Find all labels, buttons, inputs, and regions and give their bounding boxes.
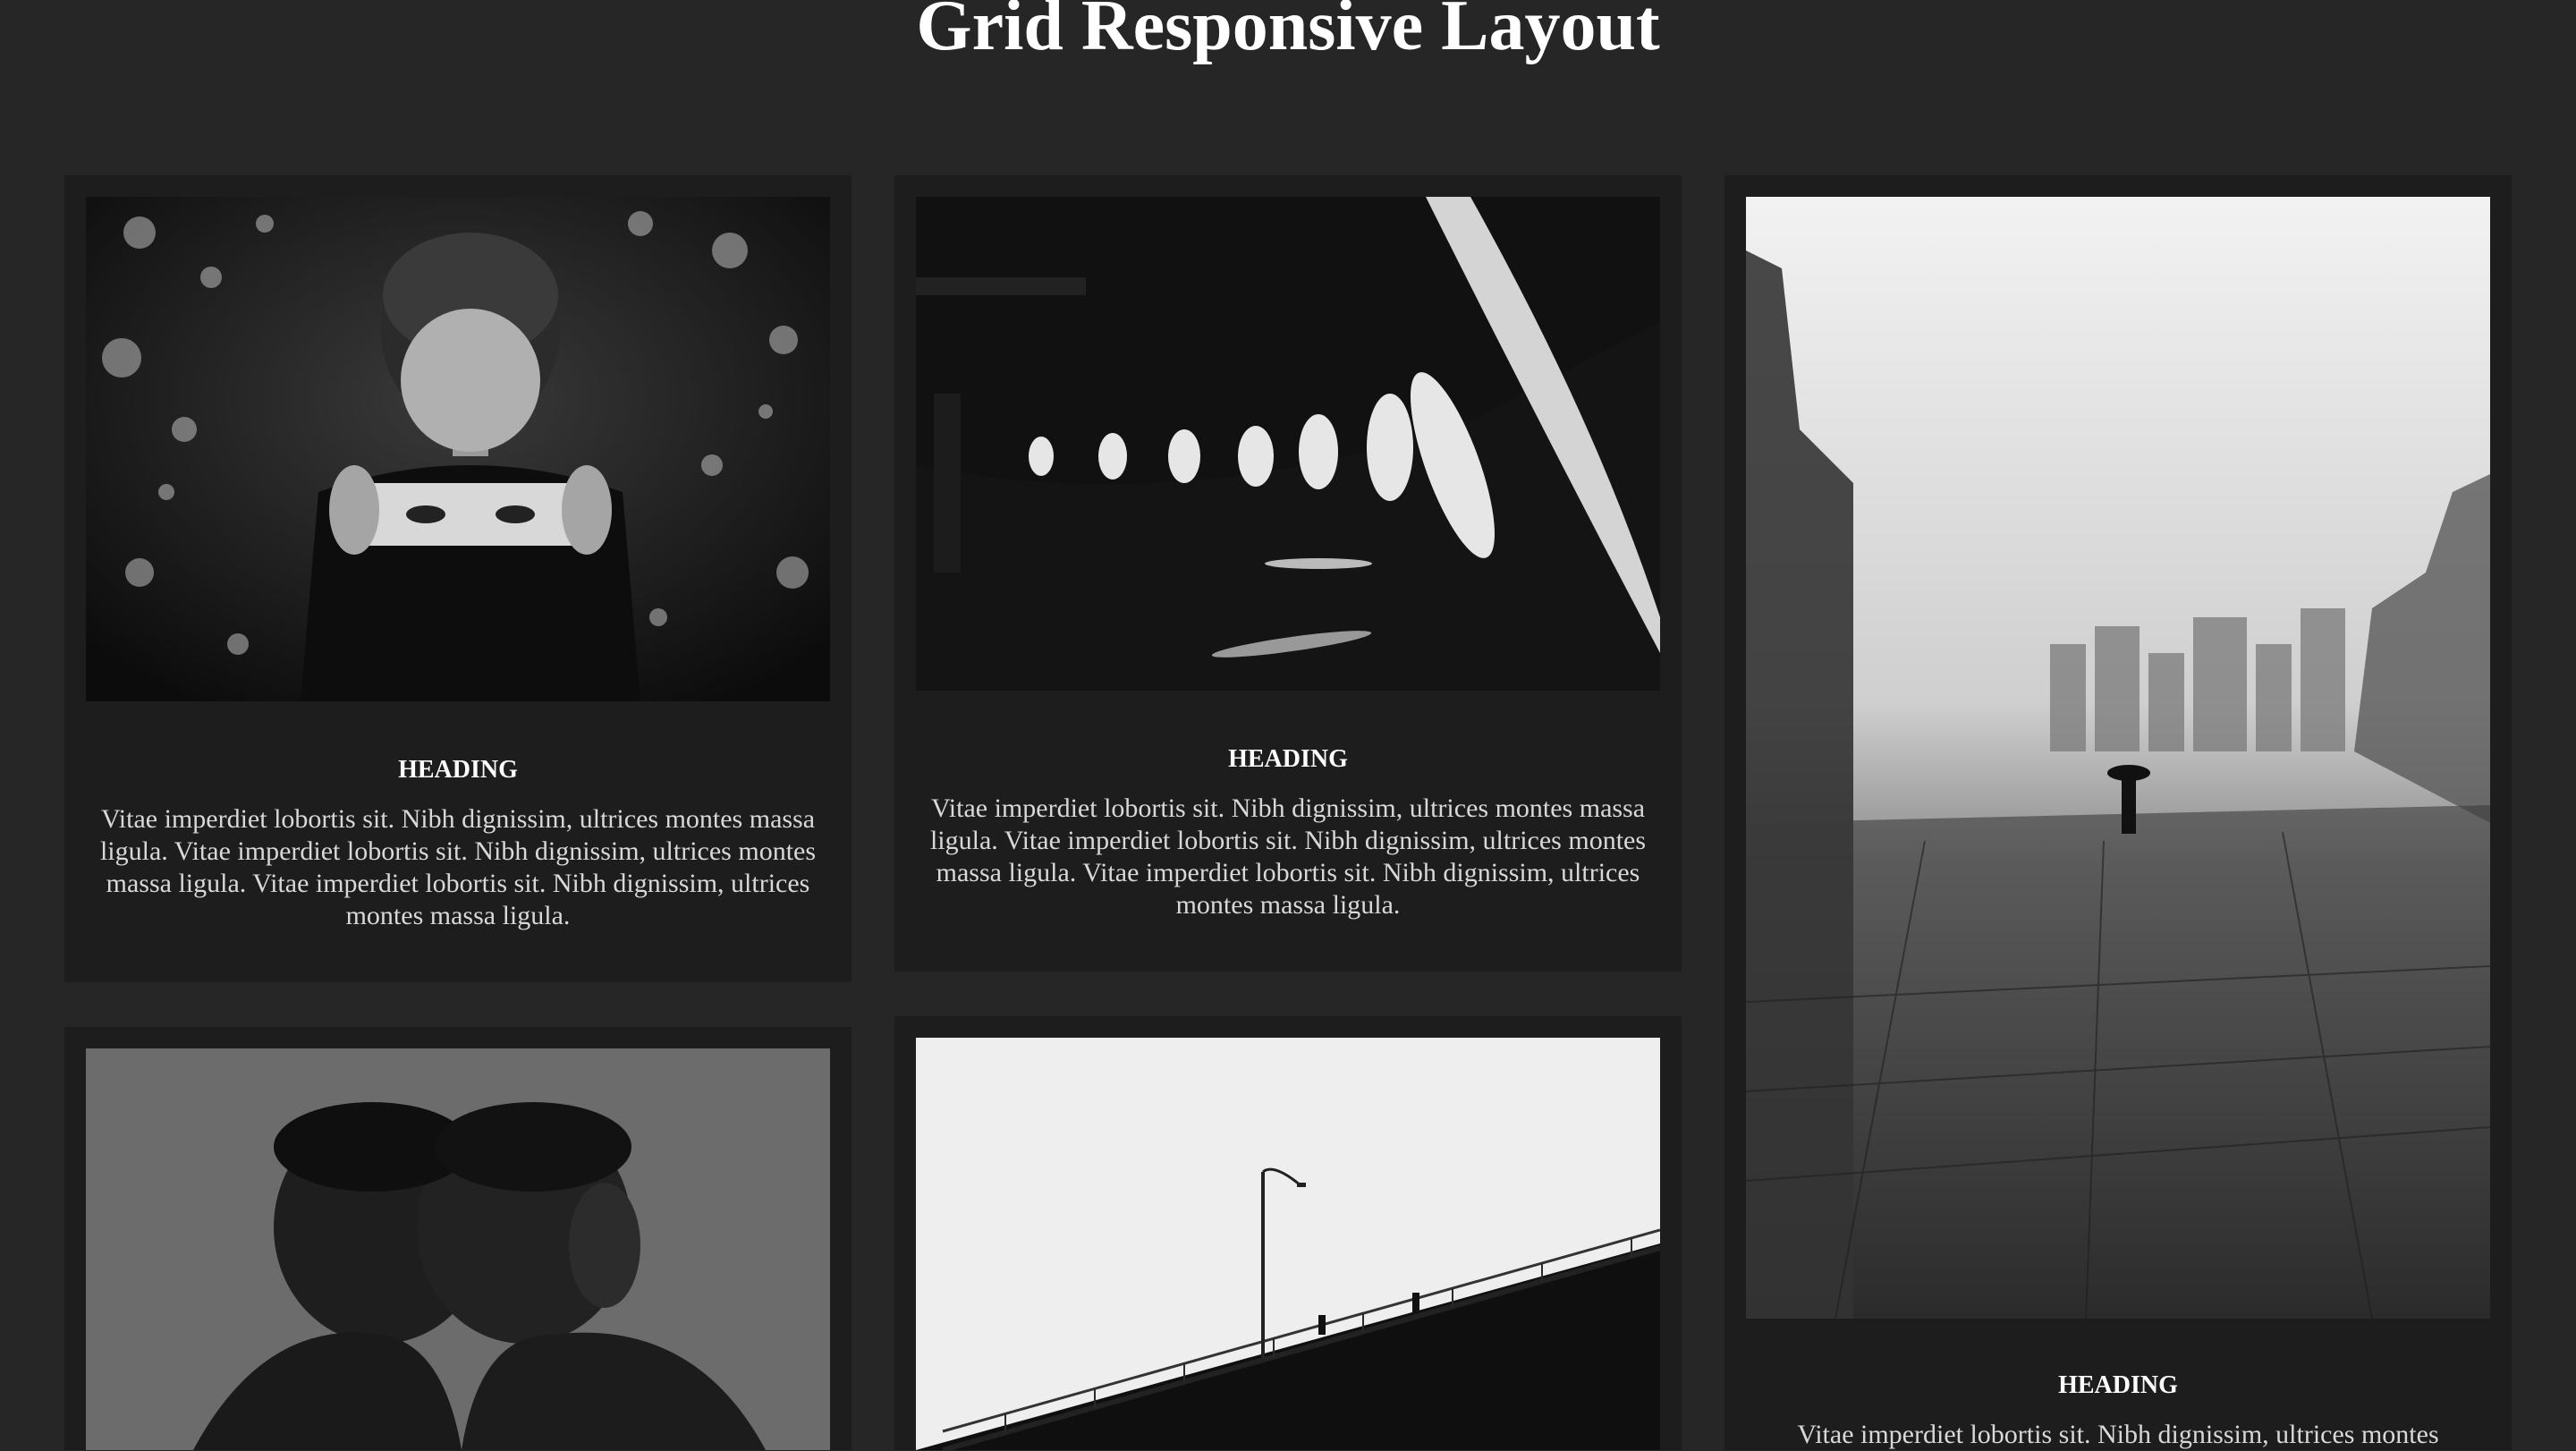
woman-holding-mirror-photo <box>86 197 830 701</box>
curved-architecture-photo <box>916 197 1660 691</box>
card-2: HEADING Vitae imperdiet lobortis sit. Ni… <box>894 175 1682 972</box>
card-1: HEADING Vitae imperdiet lobortis sit. Ni… <box>64 175 852 982</box>
foggy-street-umbrella-photo <box>1746 197 2490 1319</box>
card-text: Vitae imperdiet lobortis sit. Nibh digni… <box>929 793 1647 920</box>
card-text: Vitae imperdiet lobortis sit. Nibh digni… <box>1797 1420 2439 1449</box>
card-5 <box>894 1016 1682 1450</box>
card-4 <box>64 1027 852 1450</box>
page-title: Grid Responsive Layout <box>916 0 1660 65</box>
card-heading: HEADING <box>2058 1371 2178 1399</box>
card-3: HEADING Vitae imperdiet lobortis sit. Ni… <box>1724 175 2512 1450</box>
card-heading: HEADING <box>398 756 518 784</box>
bridge-streetlamp-photo <box>916 1038 1660 1450</box>
card-text: Vitae imperdiet lobortis sit. Nibh digni… <box>99 804 817 930</box>
card-heading: HEADING <box>1228 745 1348 773</box>
two-men-foreheads-photo <box>86 1048 830 1450</box>
